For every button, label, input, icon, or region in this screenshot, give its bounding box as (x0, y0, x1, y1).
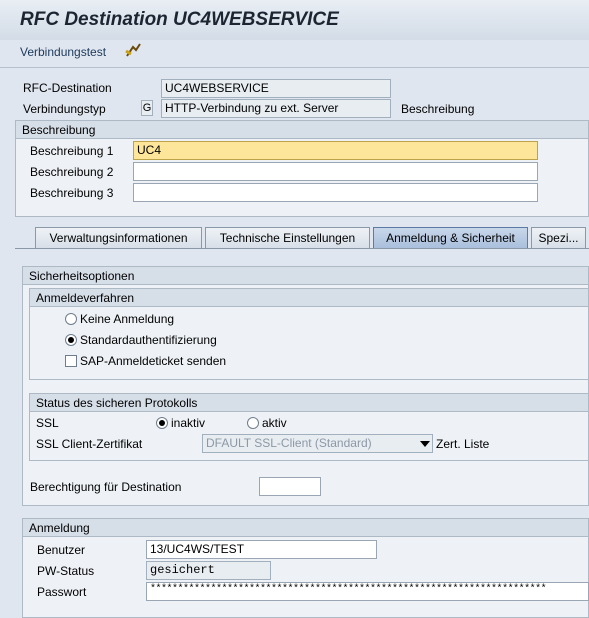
security-options-title: Sicherheitsoptionen (23, 267, 588, 285)
user-label: Benutzer (37, 543, 86, 557)
standard-auth-label: Standardauthentifizierung (80, 333, 217, 347)
user-input[interactable]: 13/UC4WS/TEST (146, 540, 377, 559)
description-3-input[interactable] (133, 183, 538, 202)
connection-test-icon[interactable] (123, 42, 143, 60)
password-input[interactable]: ****************************************… (146, 582, 589, 601)
cert-list-button[interactable]: Zert. Liste (436, 437, 489, 451)
connection-type-field: HTTP-Verbindung zu ext. Server (161, 99, 391, 118)
password-label: Passwort (37, 585, 87, 599)
description-1-label: Beschreibung 1 (30, 144, 114, 158)
standard-auth-radio[interactable] (65, 334, 77, 346)
authorization-label: Berechtigung für Destination (30, 480, 182, 494)
page-title: RFC Destination UC4WEBSERVICE (20, 9, 339, 30)
ssl-inactive-radio[interactable] (156, 417, 168, 429)
connection-type-label: Verbindungstyp (23, 102, 106, 116)
sap-ticket-checkbox[interactable] (65, 355, 77, 367)
logon-procedure-title: Anmeldeverfahren (30, 289, 588, 307)
description-header-label: Beschreibung (401, 102, 475, 116)
secure-protocol-title: Status des sicheren Protokolls (30, 394, 588, 412)
description-2-input[interactable] (133, 162, 538, 181)
ssl-label: SSL (36, 416, 59, 430)
no-logon-radio[interactable] (65, 313, 77, 325)
logon-group: Anmeldung (22, 518, 589, 618)
logon-group-title: Anmeldung (23, 519, 588, 537)
rfc-destination-label: RFC-Destination (23, 81, 112, 95)
description-2-label: Beschreibung 2 (30, 165, 114, 179)
ssl-inactive-label: inaktiv (171, 416, 206, 430)
description-group-title: Beschreibung (16, 121, 588, 139)
tab-logon-security[interactable]: Anmeldung & Sicherheit (373, 227, 528, 248)
ssl-active-label: aktiv (262, 416, 287, 430)
no-logon-label: Keine Anmeldung (80, 312, 175, 326)
ssl-active-radio[interactable] (247, 417, 259, 429)
tab-administration[interactable]: Verwaltungsinformationen (35, 227, 202, 248)
pw-status-label: PW-Status (37, 564, 95, 578)
chevron-down-icon[interactable] (420, 441, 430, 447)
tab-special[interactable]: Spezi... (531, 227, 586, 248)
connection-test-button[interactable]: Verbindungstest (20, 45, 106, 59)
description-1-input[interactable]: UC4 (133, 141, 538, 160)
connection-type-code: G (141, 100, 153, 116)
description-3-label: Beschreibung 3 (30, 186, 114, 200)
ssl-cert-label: SSL Client-Zertifikat (36, 437, 143, 451)
ssl-cert-dropdown[interactable]: DFAULT SSL-Client (Standard) (202, 434, 433, 453)
pw-status-field: gesichert (146, 561, 271, 580)
authorization-input[interactable] (259, 477, 321, 496)
tab-technical-settings[interactable]: Technische Einstellungen (205, 227, 370, 248)
rfc-destination-field: UC4WEBSERVICE (161, 79, 391, 98)
sap-ticket-label: SAP-Anmeldeticket senden (80, 354, 227, 368)
